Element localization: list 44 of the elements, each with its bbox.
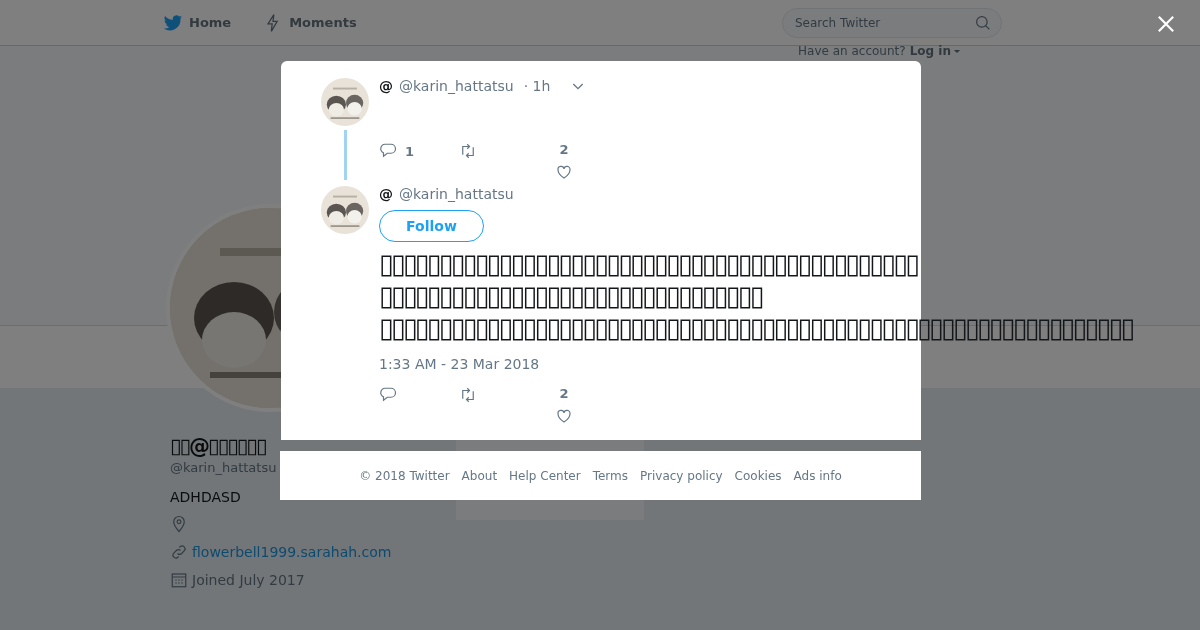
footer-link[interactable]: Terms (592, 468, 628, 483)
like-count: 2 (559, 142, 569, 157)
nav-link[interactable]: Moments (263, 12, 357, 33)
footer-link[interactable]: About (461, 468, 498, 483)
tweet-text: ▯▯▯▯▯▯▯▯▯▯▯▯▯▯▯▯▯▯▯▯▯▯▯▯▯▯▯▯▯▯▯▯▯▯▯▯▯▯▯▯▯▯▯▯▯ (379, 248, 919, 280)
user-handle[interactable]: @karin_hattatsu (399, 186, 514, 202)
tweet-timestamp: 1:33 AM - 23 Mar 2018 (379, 356, 541, 372)
profile-bio: ADHDASD (170, 489, 242, 505)
footer-link[interactable]: Cookies (734, 468, 782, 483)
avatar[interactable] (321, 78, 369, 126)
footer-link[interactable]: Help Center (509, 468, 581, 483)
user-name[interactable]: @ (379, 186, 393, 202)
nav-link[interactable]: Home (163, 12, 232, 33)
heart-icon[interactable] (555, 407, 573, 425)
profile-name: ▯▯@▯▯▯▯▯▯ (170, 434, 266, 458)
follow-button[interactable]: Follow (379, 210, 484, 242)
location-pin-icon (170, 515, 188, 533)
footer-link[interactable]: © 2018 Twitter (359, 468, 450, 483)
user-handle[interactable]: @karin_hattatsu (399, 78, 514, 94)
reply-count: 1 (405, 143, 415, 159)
retweet-icon[interactable] (459, 386, 477, 404)
close-icon[interactable] (1157, 15, 1175, 33)
caret-icon (952, 48, 961, 54)
retweet-icon[interactable] (459, 142, 477, 160)
thread-line (343, 130, 347, 180)
user-name[interactable]: @ (379, 78, 393, 94)
tweet-text: ▯▯▯▯▯▯▯▯▯▯▯▯▯▯▯▯▯▯▯▯▯▯▯▯▯▯▯▯▯▯▯▯ (379, 280, 764, 312)
footer-link[interactable]: Privacy policy (640, 468, 723, 483)
calendar-icon (170, 571, 188, 589)
tweet-time[interactable]: · 1h (523, 78, 551, 94)
like-count: 2 (559, 386, 569, 401)
joined-date: Joined July 2017 (192, 572, 305, 588)
bird-icon (163, 12, 183, 33)
profile-handle: @karin_hattatsu (170, 460, 277, 475)
search-icon (974, 14, 992, 32)
heart-icon[interactable] (555, 163, 573, 181)
reply-icon[interactable] (379, 142, 397, 160)
search-field[interactable]: Search Twitter (782, 8, 1002, 38)
reply-icon[interactable] (379, 386, 397, 404)
tweet-text: ▯▯▯▯▯▯▯▯▯▯▯▯▯▯▯▯▯▯▯▯▯▯▯▯▯▯▯▯▯▯▯▯▯▯▯▯▯▯▯▯▯▯▯▯▯▯▯▯▯▯▯▯▯▯▯▯▯▯▯▯▯▯▯ (379, 312, 1133, 344)
login-link[interactable]: Log in (909, 44, 961, 58)
link-icon (170, 543, 188, 561)
login-prompt: Have an account? (798, 44, 906, 58)
footer-link[interactable]: Ads info (793, 468, 842, 483)
